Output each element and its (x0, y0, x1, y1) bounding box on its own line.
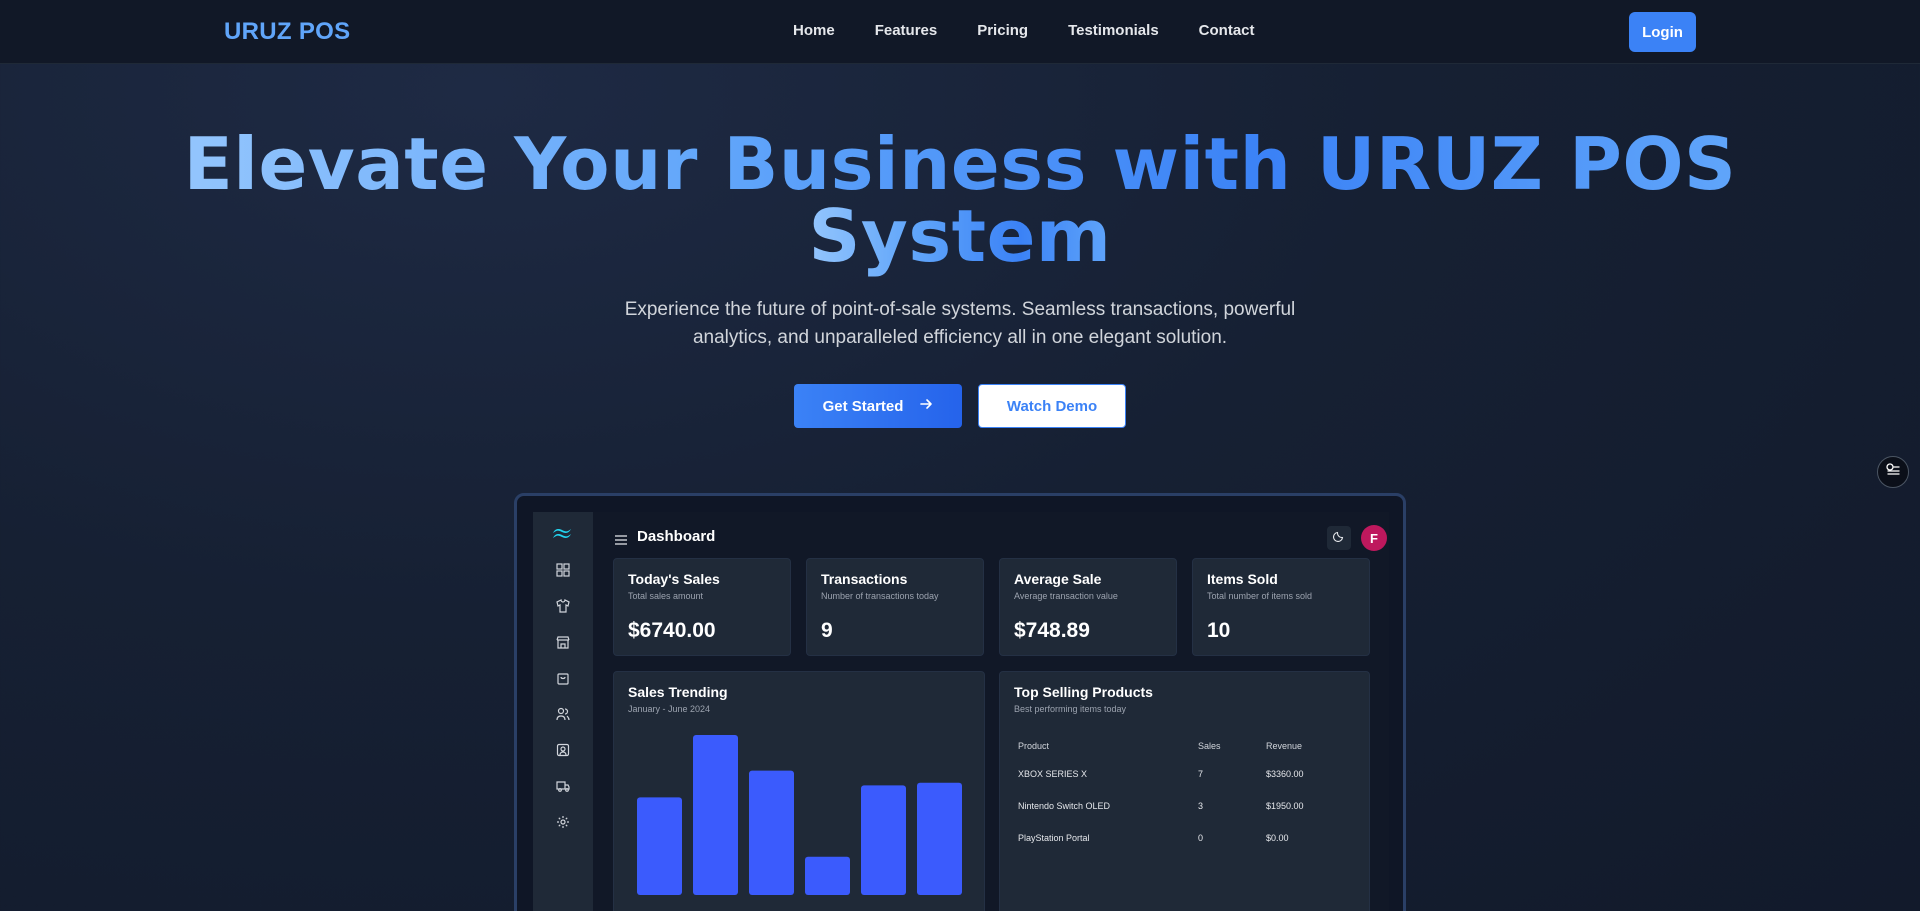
sales-trending-title: Sales Trending (628, 684, 728, 700)
column-header-product: Product (1018, 741, 1050, 751)
stat-card-todays-sales: Today's Sales Total sales amount $6740.0… (613, 558, 791, 656)
top-navbar: URUZ POS Home Features Pricing Testimoni… (0, 0, 1920, 64)
stat-title: Transactions (821, 571, 908, 587)
dashboard-preview-frame: Dashboard F Today's Sales Total sales am… (514, 493, 1406, 911)
product-sales: 0 (1198, 833, 1204, 843)
product-revenue: $1950.00 (1266, 801, 1304, 811)
product-sales: 7 (1198, 769, 1204, 779)
stat-card-average-sale: Average Sale Average transaction value $… (999, 558, 1177, 656)
nav-link-home[interactable]: Home (793, 22, 835, 39)
nav-link-contact[interactable]: Contact (1199, 22, 1255, 39)
nav-link-features[interactable]: Features (875, 22, 938, 39)
product-name: Nintendo Switch OLED (1018, 801, 1111, 811)
table-row: PlayStation Portal 0 $0.00 (1010, 822, 1340, 854)
stat-title: Average Sale (1014, 571, 1102, 587)
truck-icon[interactable] (555, 778, 571, 794)
stat-subtitle: Total sales amount (628, 591, 704, 601)
bag-icon[interactable] (555, 670, 571, 686)
table-header-row: Product Sales Revenue (1010, 734, 1340, 758)
product-name: XBOX SERIES X (1018, 769, 1088, 779)
login-button[interactable]: Login (1629, 12, 1696, 52)
sales-trending-subtitle: January - June 2024 (628, 704, 711, 714)
stat-card-items-sold: Items Sold Total number of items sold 10 (1192, 558, 1370, 656)
column-header-revenue: Revenue (1266, 741, 1303, 751)
grid-icon[interactable] (555, 562, 571, 578)
product-sales: 3 (1198, 801, 1204, 811)
column-header-sales: Sales (1198, 741, 1221, 751)
users-icon[interactable] (555, 706, 571, 722)
arrow-right-icon (919, 397, 933, 416)
theme-toggle-button[interactable] (1327, 526, 1351, 550)
stat-value: 9 (821, 619, 833, 642)
stat-value: 10 (1207, 619, 1231, 642)
hamburger-menu-icon[interactable] (615, 532, 627, 550)
moon-icon (1332, 529, 1345, 547)
hero-subtitle: Experience the future of point-of-sale s… (610, 296, 1310, 352)
table-row: XBOX SERIES X 7 $3360.00 (1010, 758, 1340, 790)
product-name: PlayStation Portal (1018, 833, 1090, 843)
dashboard-preview: Dashboard F Today's Sales Total sales am… (533, 512, 1389, 911)
filter-list-icon (1885, 462, 1901, 483)
chart-bar-may[interactable] (861, 785, 906, 895)
watch-demo-button[interactable]: Watch Demo (978, 384, 1126, 428)
get-started-button[interactable]: Get Started (794, 384, 962, 428)
nav-link-pricing[interactable]: Pricing (977, 22, 1028, 39)
chart-bar-january[interactable] (637, 797, 682, 895)
stat-card-transactions: Transactions Number of transactions toda… (806, 558, 984, 656)
sales-trending-card: Sales Trending January - June 2024 (613, 671, 985, 911)
settings-icon[interactable] (555, 814, 571, 830)
top-products-card: Top Selling Products Best performing ite… (999, 671, 1370, 911)
get-started-label: Get Started (822, 397, 904, 415)
store-icon[interactable] (555, 634, 571, 650)
stat-value: $748.89 (1014, 619, 1090, 642)
hero-subtitle-line1: Experience the future of point-of-sale s… (624, 299, 1296, 320)
hero-title-line2: System (808, 194, 1112, 278)
top-products-subtitle: Best performing items today (1014, 704, 1127, 714)
stat-title: Items Sold (1207, 571, 1278, 587)
stat-value: $6740.00 (628, 619, 716, 642)
tailwind-logo-icon[interactable] (551, 526, 575, 542)
stat-title: Today's Sales (628, 571, 720, 587)
product-revenue: $0.00 (1266, 833, 1289, 843)
hero-title: Elevate Your Business with URUZ POS Syst… (0, 128, 1920, 272)
product-revenue: $3360.00 (1266, 769, 1304, 779)
dashboard-sidebar (533, 512, 593, 911)
nav-link-testimonials[interactable]: Testimonials (1068, 22, 1159, 39)
nav-links: Home Features Pricing Testimonials Conta… (793, 22, 1295, 39)
floating-filter-button[interactable] (1877, 456, 1909, 488)
hero-subtitle-line2: analytics, and unparalleled efficiency a… (692, 327, 1228, 348)
shirt-icon[interactable] (555, 598, 571, 614)
stat-subtitle: Number of transactions today (821, 591, 939, 601)
table-row: Nintendo Switch OLED 3 $1950.00 (1010, 790, 1340, 822)
chart-bar-march[interactable] (749, 770, 794, 895)
stat-subtitle: Average transaction value (1014, 591, 1118, 601)
chart-bar-february[interactable] (693, 735, 738, 895)
brand-logo[interactable]: URUZ POS (224, 18, 350, 46)
user-badge-icon[interactable] (555, 742, 571, 758)
user-avatar[interactable]: F (1361, 525, 1387, 551)
chart-bar-june[interactable] (917, 782, 962, 895)
stat-subtitle: Total number of items sold (1207, 591, 1313, 601)
chart-bar-april[interactable] (805, 856, 850, 895)
sales-bar-chart (637, 735, 962, 895)
top-products-table: Product Sales Revenue XBOX SERIES X 7 $3… (1010, 734, 1340, 854)
dashboard-title: Dashboard (637, 528, 716, 545)
top-products-title: Top Selling Products (1014, 684, 1153, 700)
